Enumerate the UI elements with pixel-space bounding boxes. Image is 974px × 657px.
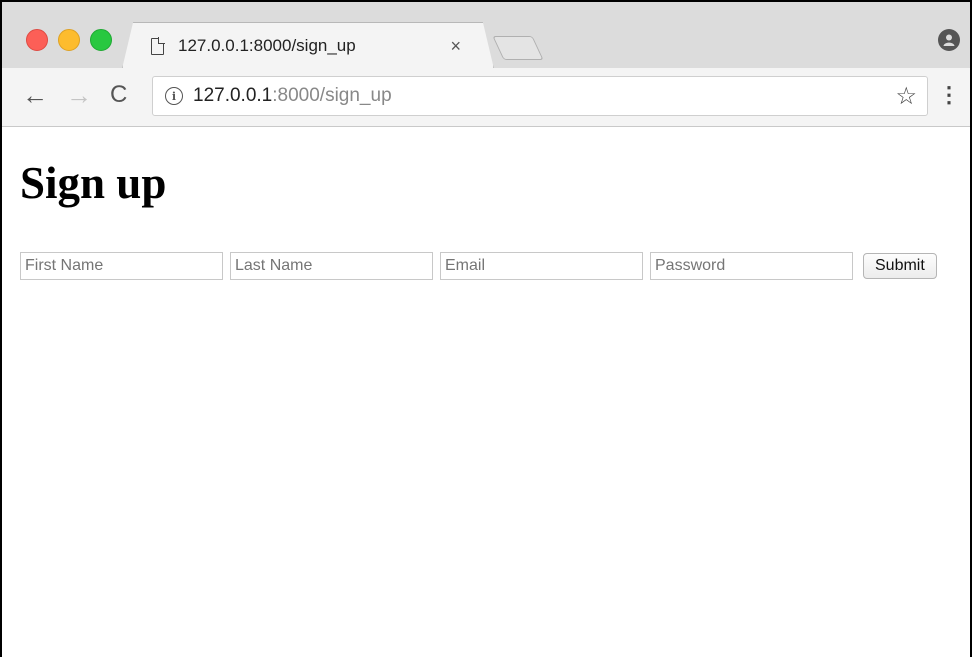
- active-tab-content[interactable]: 127.0.0.1:8000/sign_up ×: [147, 30, 477, 62]
- star-icon[interactable]: ☆: [895, 82, 917, 111]
- browser-toolbar: ← → C i 127.0.0.1:8000/sign_up ☆ ⋮: [2, 68, 970, 127]
- page-content: Sign up Submit: [2, 127, 970, 657]
- sign-up-form: Submit: [20, 252, 937, 280]
- page-icon: [151, 36, 165, 55]
- url-path: :8000/sign_up: [272, 85, 392, 106]
- tab-close-icon[interactable]: ×: [450, 36, 461, 57]
- url-host: 127.0.0.1: [193, 85, 273, 106]
- address-bar[interactable]: i 127.0.0.1:8000/sign_up ☆: [152, 76, 928, 116]
- browser-window: 127.0.0.1:8000/sign_up × ← → C i 127.0.0…: [0, 0, 972, 657]
- person-icon: [943, 34, 955, 46]
- back-icon[interactable]: ←: [22, 80, 48, 110]
- close-window-button[interactable]: [26, 29, 48, 51]
- tab-title: 127.0.0.1:8000/sign_up: [178, 36, 356, 55]
- zoom-window-button[interactable]: [90, 29, 112, 51]
- info-icon[interactable]: i: [165, 87, 183, 105]
- new-tab-button[interactable]: [492, 36, 544, 60]
- page-title: Sign up: [20, 158, 167, 208]
- menu-icon[interactable]: ⋮: [938, 80, 960, 110]
- reload-icon[interactable]: C: [110, 80, 127, 110]
- minimize-window-button[interactable]: [58, 29, 80, 51]
- email-field[interactable]: [440, 252, 643, 280]
- password-field[interactable]: [650, 252, 853, 280]
- tab-strip: 127.0.0.1:8000/sign_up ×: [2, 2, 970, 68]
- submit-button[interactable]: Submit: [863, 253, 937, 279]
- forward-icon[interactable]: →: [66, 80, 92, 110]
- profile-icon[interactable]: [938, 29, 960, 51]
- first-name-field[interactable]: [20, 252, 223, 280]
- last-name-field[interactable]: [230, 252, 433, 280]
